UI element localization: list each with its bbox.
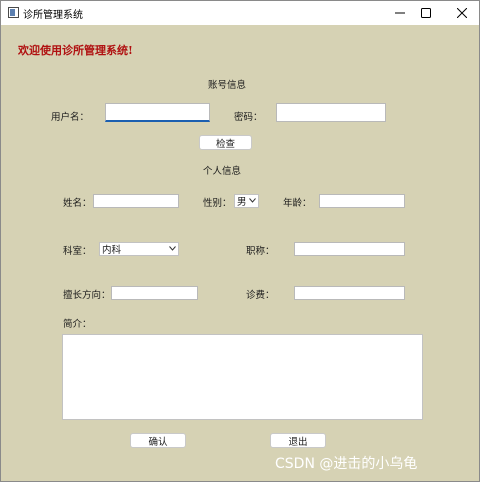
chevron-down-icon <box>249 198 256 203</box>
username-label: 用户名： <box>51 112 90 123</box>
name-field[interactable] <box>93 194 179 208</box>
check-button[interactable]: 检查 <box>199 135 252 150</box>
gender-select[interactable]: 男 <box>234 194 259 208</box>
username-input[interactable] <box>106 104 209 120</box>
age-field[interactable] <box>319 194 405 208</box>
watermark: CSDN @进击的小乌龟 <box>275 456 418 472</box>
password-label: 密码： <box>234 112 263 123</box>
specialty-label: 擅长方向： <box>63 290 111 301</box>
app-window: 诊所管理系统 欢迎使用诊所管理系统! 账号信息 用户名： 密码： 检查 个人信息… <box>0 0 480 482</box>
specialty-input[interactable] <box>112 287 197 299</box>
intro-label: 简介： <box>63 319 92 330</box>
gender-selected: 男 <box>237 197 247 208</box>
password-input[interactable] <box>277 104 385 121</box>
window-title: 诊所管理系统 <box>23 10 83 21</box>
age-input[interactable] <box>320 195 404 207</box>
close-icon <box>457 8 467 18</box>
title-bar[interactable]: 诊所管理系统 <box>1 1 479 25</box>
name-label: 姓名： <box>63 198 92 209</box>
personal-section-heading: 个人信息 <box>203 166 242 177</box>
form-area: 欢迎使用诊所管理系统! 账号信息 用户名： 密码： 检查 个人信息 姓名： 性别… <box>1 25 479 481</box>
title-label: 职称： <box>246 246 275 257</box>
department-select[interactable]: 内科 <box>99 242 179 256</box>
username-field[interactable] <box>105 103 210 122</box>
specialty-field[interactable] <box>111 286 198 300</box>
password-field[interactable] <box>276 103 386 122</box>
department-selected: 内科 <box>102 245 122 256</box>
exit-button[interactable]: 退出 <box>270 433 326 448</box>
title-field[interactable] <box>294 242 405 256</box>
welcome-message: 欢迎使用诊所管理系统! <box>18 44 133 57</box>
chevron-down-icon <box>169 246 176 251</box>
account-section-heading: 账号信息 <box>208 80 247 91</box>
name-input[interactable] <box>94 195 178 207</box>
age-label: 年龄： <box>283 198 312 209</box>
confirm-button[interactable]: 确认 <box>130 433 186 448</box>
title-input[interactable] <box>295 243 404 255</box>
fee-label: 诊费： <box>246 290 275 301</box>
gender-label: 性别： <box>203 198 232 209</box>
maximize-icon <box>421 8 431 18</box>
department-label: 科室： <box>63 246 92 257</box>
close-button[interactable] <box>439 1 480 25</box>
fee-field[interactable] <box>294 286 405 300</box>
app-icon <box>8 7 19 18</box>
intro-textarea[interactable] <box>62 334 423 420</box>
fee-input[interactable] <box>295 287 404 299</box>
